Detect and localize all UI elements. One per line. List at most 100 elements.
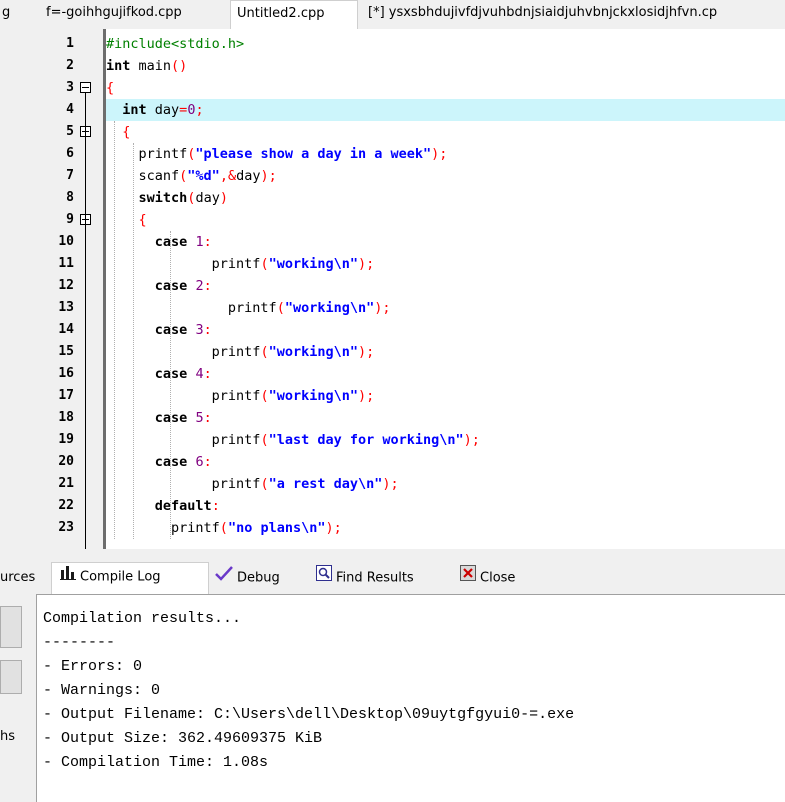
- code-line[interactable]: int main(): [106, 55, 785, 77]
- code-line[interactable]: int day=0;: [106, 99, 785, 121]
- line-number: 9: [66, 212, 74, 227]
- tab-debug[interactable]: Debug: [215, 564, 280, 592]
- code-line[interactable]: default:: [106, 495, 785, 517]
- line-number: 21: [58, 476, 74, 491]
- code-token: int: [106, 58, 131, 74]
- code-area[interactable]: #include<stdio.h> int main(){ int day=0; …: [106, 29, 785, 549]
- log-line: - Warnings: 0: [43, 682, 161, 699]
- code-line[interactable]: printf("last day for working\n");: [106, 429, 785, 451]
- code-token: ): [357, 388, 367, 404]
- code-token: printf: [106, 256, 261, 272]
- code-line[interactable]: switch(day): [106, 187, 785, 209]
- line-number: 4: [66, 102, 74, 117]
- line-number: 8: [66, 190, 74, 205]
- code-line[interactable]: {: [106, 209, 785, 231]
- code-token: (: [260, 388, 269, 404]
- code-token: ;: [366, 256, 375, 272]
- code-token: case: [154, 278, 188, 294]
- line-number: 17: [58, 388, 74, 403]
- code-token: printf: [106, 520, 220, 536]
- code-token: "last day for working\n": [268, 432, 464, 448]
- tab-goihhgujifkod[interactable]: f=-goihhgujifkod.cpp: [40, 0, 230, 28]
- code-line[interactable]: printf("working\n");: [106, 385, 785, 407]
- code-line[interactable]: {: [106, 121, 785, 143]
- bottom-panel: hs Compilation results... -------- - Err…: [0, 594, 785, 802]
- code-token: 5: [195, 410, 204, 426]
- tab-debug-label: Debug: [237, 570, 280, 586]
- find-icon: [316, 564, 332, 592]
- code-token: {: [122, 124, 131, 140]
- tab-modified-file[interactable]: [*] ysxsbhdujivfdjvuhbdnjsiaidjuhvbnjckx…: [362, 0, 785, 28]
- code-token: ): [357, 256, 367, 272]
- code-line[interactable]: printf("please show a day in a week");: [106, 143, 785, 165]
- side-button-2[interactable]: [0, 660, 22, 694]
- code-token: "a rest day\n": [268, 476, 383, 492]
- line-number: 5: [66, 124, 74, 139]
- code-token: ;: [366, 344, 375, 360]
- code-token: (: [260, 256, 269, 272]
- code-line[interactable]: case 6:: [106, 451, 785, 473]
- tab-close-label: Close: [480, 570, 516, 586]
- code-token: case: [154, 454, 188, 470]
- tab-untitled2[interactable]: Untitled2.cpp: [230, 0, 358, 29]
- code-token: ): [357, 344, 367, 360]
- tab-label: [*] ysxsbhdujivfdjvuhbdnjsiaidjuhvbnjckx…: [368, 5, 718, 20]
- tab-close[interactable]: Close: [460, 564, 515, 592]
- code-token: main: [130, 58, 172, 74]
- code-editor[interactable]: #include<stdio.h> int main(){ int day=0; …: [0, 29, 785, 549]
- line-number: 12: [58, 278, 74, 293]
- code-token: printf: [106, 344, 261, 360]
- code-line[interactable]: {: [106, 77, 785, 99]
- code-line[interactable]: printf("working\n");: [106, 297, 785, 319]
- code-token: "working\n": [268, 388, 358, 404]
- code-line[interactable]: scanf("%d",&day);: [106, 165, 785, 187]
- code-token: printf: [106, 432, 261, 448]
- line-number: 3: [66, 80, 74, 95]
- fold-toggle-icon[interactable]: [80, 82, 91, 93]
- code-line[interactable]: printf("a rest day\n");: [106, 473, 785, 495]
- tab-partial-left[interactable]: g: [0, 0, 18, 28]
- code-token: ): [382, 476, 391, 492]
- tab-resources[interactable]: urces: [0, 564, 35, 592]
- side-label: hs: [0, 729, 16, 744]
- tab-find-results[interactable]: Find Results: [316, 564, 414, 592]
- code-token: (: [260, 432, 269, 448]
- code-line[interactable]: #include<stdio.h>: [106, 33, 785, 55]
- code-token: scanf: [106, 168, 180, 184]
- compile-log-output[interactable]: Compilation results... -------- - Errors…: [36, 594, 785, 802]
- code-line[interactable]: printf("no plans\n");: [106, 517, 785, 539]
- code-token: :: [203, 234, 212, 250]
- line-number: 13: [58, 300, 74, 315]
- code-line[interactable]: case 3:: [106, 319, 785, 341]
- code-token: ): [219, 190, 228, 206]
- log-line: Compilation results...: [43, 610, 242, 627]
- code-token: 1: [195, 234, 204, 250]
- code-line[interactable]: case 5:: [106, 407, 785, 429]
- tab-label: g: [2, 5, 11, 20]
- code-token: printf: [106, 146, 188, 162]
- line-number: 1: [66, 36, 74, 51]
- code-token: day: [236, 168, 261, 184]
- log-line: - Errors: 0: [43, 658, 143, 675]
- code-token: printf: [106, 388, 261, 404]
- code-line[interactable]: case 4:: [106, 363, 785, 385]
- code-line[interactable]: printf("working\n");: [106, 253, 785, 275]
- code-line[interactable]: case 1:: [106, 231, 785, 253]
- code-token: 2: [195, 278, 204, 294]
- code-token: "no plans\n": [227, 520, 326, 536]
- line-number: 20: [58, 454, 74, 469]
- code-line[interactable]: case 2:: [106, 275, 785, 297]
- line-number: 23: [58, 520, 74, 535]
- line-number: 11: [58, 256, 74, 271]
- editor-left-margin: [0, 29, 44, 549]
- code-token: "working\n": [268, 256, 358, 272]
- code-token: case: [154, 410, 188, 426]
- code-line[interactable]: printf("working\n");: [106, 341, 785, 363]
- line-number: 15: [58, 344, 74, 359]
- side-button-1[interactable]: [0, 606, 22, 648]
- tab-compile-log[interactable]: Compile Log: [51, 562, 209, 594]
- code-token: ;: [333, 520, 342, 536]
- code-token: printf: [106, 476, 261, 492]
- code-token: #include<stdio.h>: [106, 36, 245, 52]
